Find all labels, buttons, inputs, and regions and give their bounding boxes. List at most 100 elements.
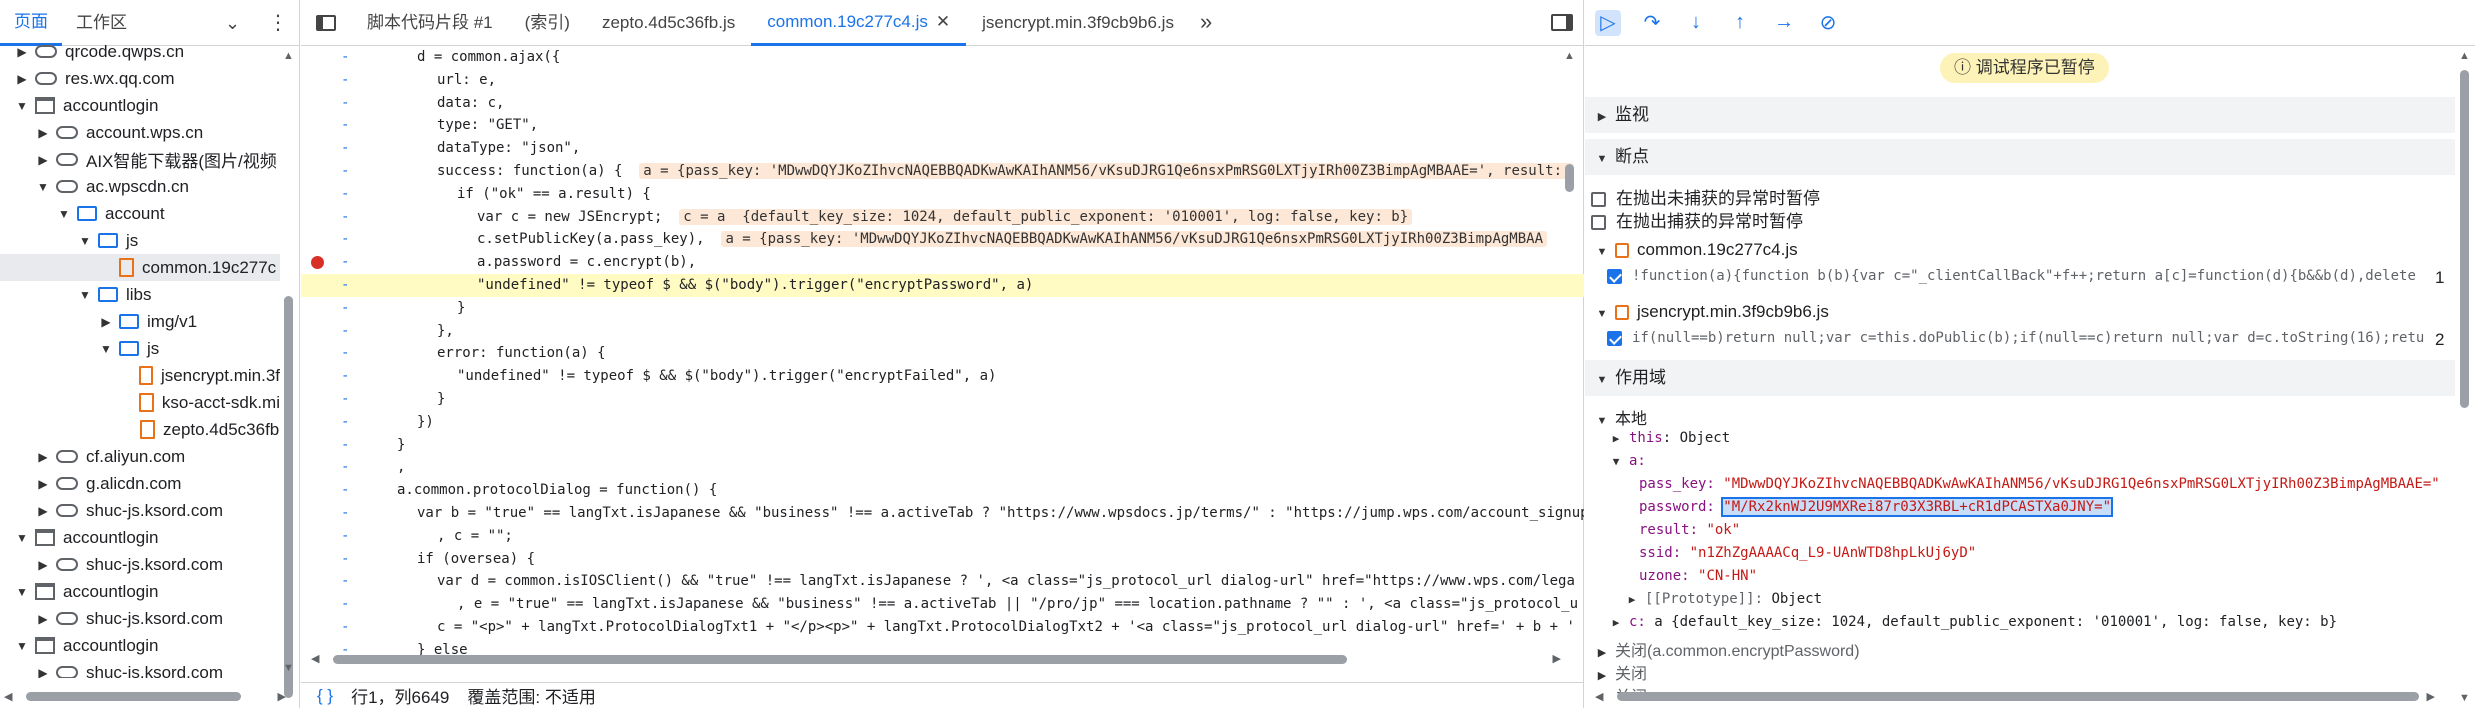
collapsed-arrow-icon[interactable]: ▶ <box>99 315 113 329</box>
closure-2[interactable]: ▶ 关闭 <box>1595 660 1647 684</box>
scope-section[interactable]: ▼ 作用域 <box>1585 360 2455 396</box>
editor-vertical-scrollbar[interactable]: ▲ <box>1563 46 1577 646</box>
code-line[interactable]: -, e = "true" == langTxt.isJapanese && "… <box>301 593 1584 616</box>
editor-horizontal-scrollbar[interactable]: ◀ ▶ <box>311 652 1561 666</box>
tree-item[interactable]: kso-acct-sdk.mi <box>0 389 280 416</box>
tree-item[interactable]: ▶ shuc-js.ksord.com <box>0 659 280 678</box>
tree-item[interactable]: ▶ g.alicdn.com <box>0 470 280 497</box>
breakpoint-icon[interactable] <box>311 256 324 270</box>
tree-item[interactable]: ▼ js <box>0 335 280 362</box>
expanded-arrow-icon[interactable]: ▼ <box>78 288 92 302</box>
collapsed-arrow-icon[interactable]: ▶ <box>15 72 29 86</box>
deactivate-breakpoints-icon[interactable]: ⊘ <box>1815 10 1841 36</box>
bp-entry-1[interactable]: !function(a){function b(b){var c="_clien… <box>1607 268 2427 284</box>
code-line[interactable]: -, <box>301 456 1584 479</box>
expanded-arrow-icon[interactable]: ▼ <box>36 180 50 194</box>
pause-uncaught-checkbox[interactable] <box>1591 192 1606 208</box>
tree-item[interactable]: ▶ cf.aliyun.com <box>0 443 280 470</box>
editor-tab[interactable]: common.19c277c4.js ✕ <box>751 0 967 46</box>
code-line[interactable]: -} <box>301 297 1584 320</box>
step-into-icon[interactable]: ↓ <box>1683 10 1709 36</box>
collapsed-arrow-icon[interactable]: ▶ <box>36 612 50 626</box>
tree-item[interactable]: ▼ ac.wpscdn.cn <box>0 173 280 200</box>
local-scope[interactable]: ▼ 本地 <box>1595 405 1647 429</box>
tree-item[interactable]: ▼ libs <box>0 281 280 308</box>
code-line[interactable]: -}) <box>301 411 1584 434</box>
pause-uncaught-option[interactable]: 在抛出未捕获的异常时暂停 <box>1591 184 1820 209</box>
step-out-icon[interactable]: ↑ <box>1727 10 1753 36</box>
tree-item[interactable]: ▶ res.wx.qq.com <box>0 65 280 92</box>
code-line[interactable]: -, c = ""; <box>301 525 1584 548</box>
tree-item[interactable]: ▶ img/v1 <box>0 308 280 335</box>
code-line[interactable]: - "undefined" != typeof $ && $("body").tr… <box>301 365 1584 388</box>
bp-file-jsencrypt[interactable]: ▼ jsencrypt.min.3f9cb9b6.js <box>1595 302 1829 322</box>
navigator-horizontal-scrollbar[interactable]: ◀ ▶ <box>4 690 286 703</box>
scope-this[interactable]: ▶ this: Object <box>1609 430 1730 446</box>
code-line[interactable]: -} <box>301 434 1584 457</box>
close-icon[interactable]: ✕ <box>936 12 950 31</box>
code-line[interactable]: - dataType: "json", <box>301 137 1584 160</box>
tree-item[interactable]: ▼ js <box>0 227 280 254</box>
expanded-arrow-icon[interactable]: ▼ <box>15 585 29 599</box>
editor-tab[interactable]: (索引) <box>509 0 586 46</box>
pause-caught-checkbox[interactable] <box>1591 215 1606 231</box>
breakpoints-section[interactable]: ▼ 断点 <box>1585 139 2455 175</box>
scope-ssid[interactable]: ssid: "n1ZhZgAAAACq_L9-UAnWTD8hpLkUj6yD" <box>1639 545 1976 561</box>
editor-tab[interactable]: zepto.4d5c36fb.js <box>586 0 751 46</box>
tree-item[interactable]: ▼ accountlogin <box>0 632 280 659</box>
toggle-navigator-icon[interactable] <box>301 0 351 46</box>
pretty-print-button[interactable]: { } <box>317 686 333 706</box>
step-icon[interactable]: → <box>1771 10 1797 36</box>
editor-tab[interactable]: 脚本代码片段 #1 <box>351 0 509 46</box>
code-line[interactable]: - var c = new JSEncrypt; c = a {default_k… <box>301 206 1584 229</box>
toggle-debugger-icon[interactable] <box>1551 14 1573 31</box>
code-line[interactable]: - if ("ok" == a.result) { <box>301 183 1584 206</box>
expanded-arrow-icon[interactable]: ▼ <box>15 99 29 113</box>
expanded-arrow-icon[interactable]: ▼ <box>57 207 71 221</box>
debugger-horizontal-scrollbar[interactable]: ◀ ▶ <box>1595 690 2435 704</box>
code-line[interactable]: - data: c, <box>301 92 1584 115</box>
navigator-vertical-scrollbar[interactable]: ▲ ▼ <box>283 46 295 698</box>
tabs-overflow-button[interactable]: » <box>1190 0 1222 46</box>
tree-item[interactable]: common.19c277c <box>0 254 280 281</box>
scope-a[interactable]: ▼ a: <box>1609 453 1646 469</box>
collapsed-arrow-icon[interactable]: ▶ <box>36 558 50 572</box>
bp-checkbox-1[interactable] <box>1607 268 1622 284</box>
code-line[interactable]: - if (oversea) { <box>301 548 1584 571</box>
scope-pass-key[interactable]: pass_key: "MDwwDQYJKoZIhvcNAQEBBQADKwAwK… <box>1639 476 2440 492</box>
tree-item[interactable]: ▼ accountlogin <box>0 578 280 605</box>
tree-item[interactable]: ▶ shuc-js.ksord.com <box>0 497 280 524</box>
resume-icon[interactable]: ▷ <box>1595 9 1621 36</box>
editor-tab[interactable]: jsencrypt.min.3f9cb9b6.js <box>966 0 1190 46</box>
code-line[interactable]: - url: e, <box>301 69 1584 92</box>
code-line[interactable]: - var d = common.isIOSClient() && "true" … <box>301 570 1584 593</box>
bp-entry-2[interactable]: if(null==b)return null;var c=this.doPubl… <box>1607 330 2427 346</box>
code-line[interactable]: - "undefined" != typeof $ && $("body").tr… <box>301 273 1584 297</box>
pause-caught-option[interactable]: 在抛出捕获的异常时暂停 <box>1591 207 1803 232</box>
collapsed-arrow-icon[interactable]: ▶ <box>36 126 50 140</box>
code-line[interactable]: -}, <box>301 320 1584 343</box>
code-line[interactable]: - var b = "true" == langTxt.isJapanese &&… <box>301 502 1584 525</box>
collapsed-arrow-icon[interactable]: ▶ <box>15 45 29 59</box>
bp-checkbox-2[interactable] <box>1607 330 1622 346</box>
scope-result[interactable]: result: "ok" <box>1639 522 1740 538</box>
code-line[interactable]: -} <box>301 388 1584 411</box>
code-line[interactable]: - a.common.protocolDialog = function() { <box>301 479 1584 502</box>
tree-item[interactable]: ▼ accountlogin <box>0 524 280 551</box>
code-line[interactable]: - c.setPublicKey(a.pass_key), a = {pass_k… <box>301 228 1584 251</box>
scope-password[interactable]: password: "M/Rx2knWJ2U9MXRei87r03X3RBL+c… <box>1639 497 2114 517</box>
tree-item[interactable]: ▶ shuc-js.ksord.com <box>0 551 280 578</box>
collapsed-arrow-icon[interactable]: ▶ <box>36 477 50 491</box>
collapsed-arrow-icon[interactable]: ▶ <box>36 504 50 518</box>
code-line[interactable]: - type: "GET", <box>301 114 1584 137</box>
scope-uzone[interactable]: uzone: "CN-HN" <box>1639 568 1757 584</box>
tree-item[interactable]: ▼ accountlogin <box>0 92 280 119</box>
tree-item[interactable]: ▶ account.wps.cn <box>0 119 280 146</box>
collapsed-arrow-icon[interactable]: ▶ <box>36 450 50 464</box>
code-line[interactable]: - error: function(a) { <box>301 342 1584 365</box>
scope-c[interactable]: ▶ c: a {default_key_size: 1024, default_p… <box>1609 614 2337 630</box>
tree-item[interactable]: jsencrypt.min.3f <box>0 362 280 389</box>
debugger-vertical-scrollbar[interactable]: ▲ ▼ <box>2458 46 2472 708</box>
tree-item[interactable]: ▼ account <box>0 200 280 227</box>
expanded-arrow-icon[interactable]: ▼ <box>99 342 113 356</box>
